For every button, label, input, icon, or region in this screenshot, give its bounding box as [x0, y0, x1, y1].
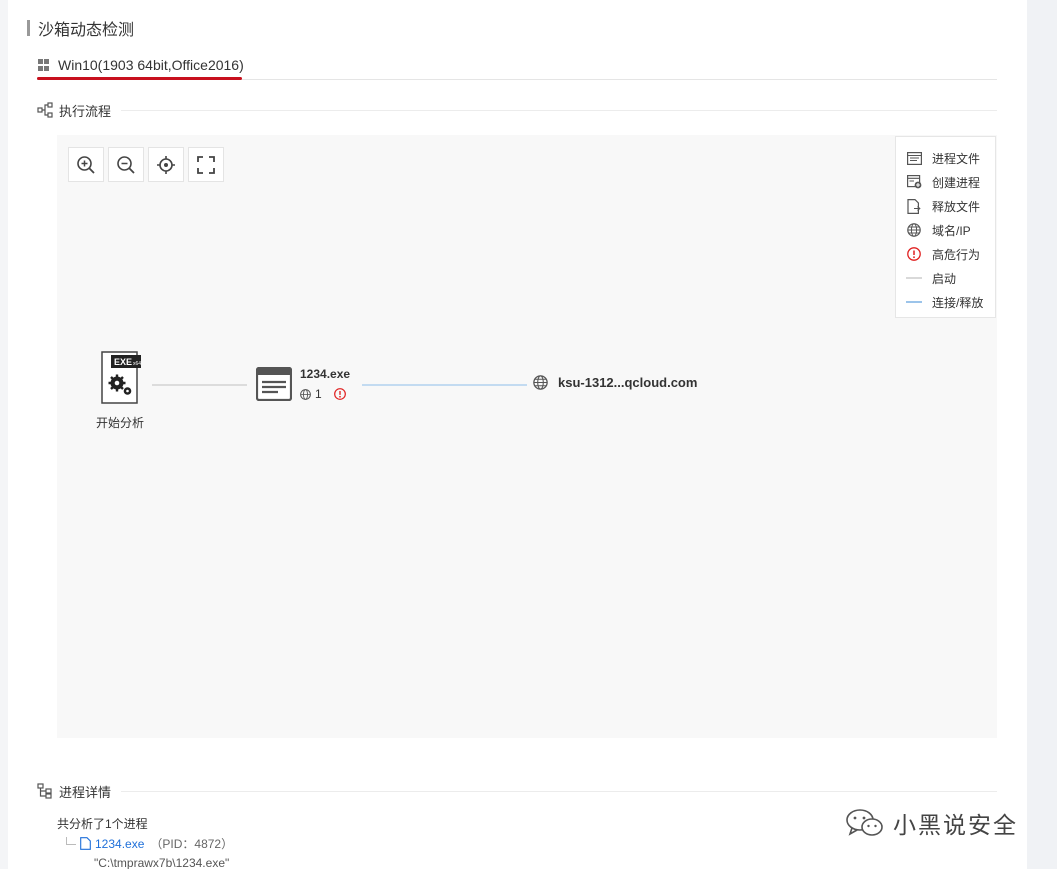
legend-label: 进程文件	[932, 151, 981, 166]
watermark: 小黑说安全	[845, 806, 1018, 840]
locate-button[interactable]	[148, 147, 184, 182]
flow-canvas[interactable]: 进程文件 创建进程 释放文件 域名/IP 高危行为 启动 连接/释放 EXE x…	[57, 135, 997, 738]
environment-tabs: Win10(1903 64bit,Office2016)	[37, 50, 997, 80]
legend-item-domain-ip: 域名/IP	[906, 218, 995, 242]
exe-file-icon: EXE x64	[101, 351, 142, 404]
scrollbar-gutter[interactable]	[1027, 0, 1057, 869]
zoom-in-icon	[77, 155, 95, 174]
globe-icon	[533, 375, 548, 390]
process-tree-icon	[37, 783, 52, 799]
zoom-out-button[interactable]	[108, 147, 144, 182]
process-file-link[interactable]: 1234.exe	[95, 837, 144, 851]
process-details-title: 进程详情	[59, 784, 112, 800]
zoom-out-icon	[117, 155, 135, 174]
start-analysis-node[interactable]: EXE x64 开始分析	[87, 351, 153, 431]
domain-name: ksu-1312...qcloud.com	[558, 375, 698, 390]
graph-toolbar	[68, 147, 224, 182]
start-node-label: 开始分析	[95, 416, 144, 430]
legend-label: 域名/IP	[932, 223, 971, 238]
network-count: 1	[315, 387, 322, 401]
svg-text:EXE: EXE	[114, 357, 132, 367]
legend-label: 启动	[932, 271, 957, 286]
process-file-icon	[906, 151, 922, 165]
process-name[interactable]: 1234.exe	[300, 367, 350, 381]
section-title: 沙箱动态检测	[27, 18, 135, 39]
process-window-icon	[255, 366, 293, 402]
process-details-header: 进程详情	[37, 781, 997, 801]
alert-icon	[907, 247, 921, 261]
legend-item-release-file: 释放文件	[906, 194, 995, 218]
fullscreen-button[interactable]	[188, 147, 224, 182]
execution-flow-title: 执行流程	[59, 103, 112, 119]
wechat-icon	[846, 809, 883, 836]
legend-item-start: 启动	[906, 266, 995, 290]
divider	[121, 109, 997, 111]
legend-label: 创建进程	[932, 175, 981, 190]
legend-label: 连接/释放	[932, 295, 984, 310]
process-cmdline: "C:\tmprawx7b\1234.exe"	[94, 856, 230, 869]
process-pid: （PID：4872）	[150, 837, 234, 851]
tab-label: Win10(1903 64bit,Office2016)	[58, 57, 244, 73]
fullscreen-icon	[197, 155, 215, 174]
connect-line-swatch	[906, 301, 922, 303]
graph-legend: 进程文件 创建进程 释放文件 域名/IP 高危行为 启动 连接/释放	[895, 136, 996, 318]
execution-flow-header: 执行流程	[37, 100, 997, 120]
start-edge	[152, 384, 247, 386]
crosshair-icon	[157, 155, 175, 174]
release-file-icon	[907, 198, 921, 214]
connect-edge	[362, 384, 527, 386]
domain-node[interactable]: ksu-1312...qcloud.com	[533, 375, 697, 390]
windows-icon	[38, 59, 50, 71]
divider	[121, 790, 997, 792]
active-tab-indicator	[37, 77, 242, 80]
legend-label: 高危行为	[932, 247, 981, 262]
legend-item-process-file: 进程文件	[906, 146, 995, 170]
zoom-in-button[interactable]	[68, 147, 104, 182]
page-title: 沙箱动态检测	[38, 22, 135, 39]
legend-item-connect: 连接/释放	[906, 290, 995, 314]
alert-icon	[333, 388, 346, 400]
legend-label: 释放文件	[932, 199, 981, 214]
tree-connector	[66, 836, 76, 845]
create-process-icon	[906, 175, 921, 189]
watermark-text: 小黑说安全	[893, 812, 1018, 838]
process-node[interactable]	[255, 366, 293, 406]
globe-icon	[907, 223, 921, 237]
legend-item-high-risk: 高危行为	[906, 242, 995, 266]
flow-tree-icon	[37, 102, 53, 118]
title-bar-decoration	[27, 20, 30, 36]
start-line-swatch	[906, 277, 922, 279]
file-icon	[80, 837, 91, 850]
svg-text:x64: x64	[133, 361, 141, 367]
process-meta: 1	[300, 387, 346, 401]
legend-item-create-process: 创建进程	[906, 170, 995, 194]
tab-win10[interactable]: Win10(1903 64bit,Office2016)	[37, 50, 244, 80]
process-tree-row: 1234.exe （PID：4872）	[66, 835, 233, 852]
globe-icon	[300, 388, 311, 400]
process-summary: 共分析了1个进程	[57, 817, 148, 831]
